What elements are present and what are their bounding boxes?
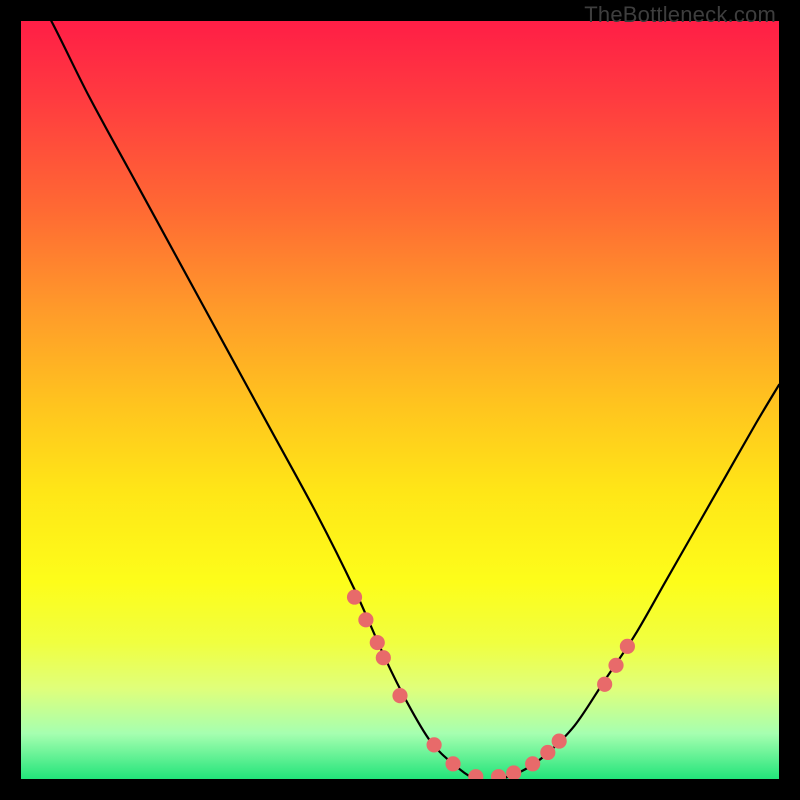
marker-point — [347, 590, 362, 605]
curve-markers — [347, 590, 635, 780]
marker-point — [620, 639, 635, 654]
watermark-text: TheBottleneck.com — [584, 2, 776, 28]
marker-point — [540, 745, 555, 760]
marker-point — [525, 756, 540, 771]
marker-point — [376, 650, 391, 665]
bottleneck-curve — [21, 21, 779, 779]
marker-point — [597, 677, 612, 692]
marker-point — [358, 612, 373, 627]
marker-point — [370, 635, 385, 650]
chart-frame: TheBottleneck.com — [0, 0, 800, 800]
marker-point — [445, 756, 460, 771]
curve-svg — [21, 21, 779, 779]
plot-area — [21, 21, 779, 779]
marker-point — [392, 688, 407, 703]
marker-point — [468, 769, 483, 779]
marker-point — [552, 734, 567, 749]
marker-point — [608, 658, 623, 673]
marker-point — [506, 765, 521, 779]
marker-point — [427, 737, 442, 752]
marker-point — [491, 769, 506, 779]
